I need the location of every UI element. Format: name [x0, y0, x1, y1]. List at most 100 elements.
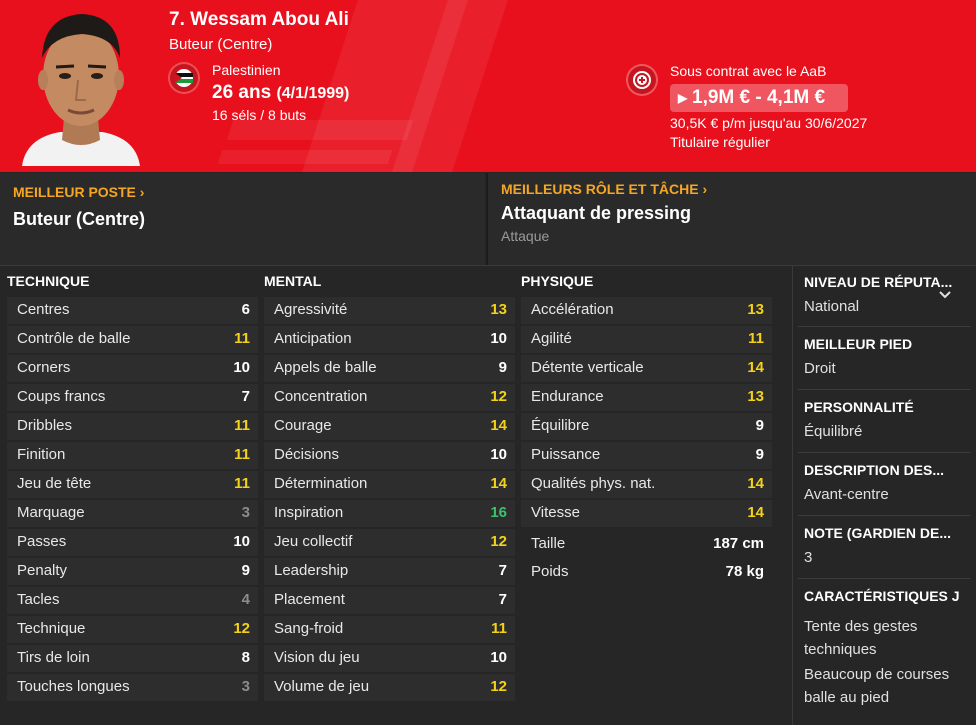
attribute-row[interactable]: Vitesse 14 — [521, 499, 772, 528]
player-position: Buteur (Centre) — [169, 36, 273, 53]
attribute-value: 4 — [241, 591, 250, 608]
attribute-row[interactable]: Technique 12 — [7, 615, 258, 644]
attribute-label: Corners — [17, 359, 71, 376]
header-stripe — [226, 120, 414, 140]
personality-value: Équilibré — [804, 423, 863, 440]
attribute-row[interactable]: Puissance 9 — [521, 441, 772, 470]
attribute-row[interactable]: Placement 7 — [264, 586, 515, 615]
attribute-row[interactable]: Courage 14 — [264, 412, 515, 441]
attribute-row[interactable]: Qualités phys. nat. 14 — [521, 470, 772, 499]
attribute-row[interactable]: Tacles 4 — [7, 586, 258, 615]
attribute-row[interactable]: Jeu de tête 11 — [7, 470, 258, 499]
attribute-row[interactable]: Penalty 9 — [7, 557, 258, 586]
attribute-row[interactable]: Tirs de loin 8 — [7, 644, 258, 673]
sidebar-divider — [798, 452, 971, 453]
attribute-row[interactable]: Détermination 14 — [264, 470, 515, 499]
attribute-label: Dribbles — [17, 417, 73, 434]
attribute-row[interactable]: Détente verticale 14 — [521, 354, 772, 383]
best-role-title[interactable]: MEILLEURS RÔLE ET TÂCHE › — [501, 181, 707, 197]
description-value: Avant-centre — [804, 486, 889, 503]
rating-title: NOTE (GARDIEN DE... — [804, 525, 952, 541]
attribute-value: 12 — [490, 388, 507, 405]
chevron-down-icon[interactable] — [938, 290, 952, 300]
best-position-title[interactable]: MEILLEUR POSTE › — [13, 184, 144, 200]
transfer-value: 1,9M € - 4,1M € — [692, 87, 826, 108]
attribute-value: 11 — [234, 330, 250, 347]
weight-row: Poids 78 kg — [521, 558, 772, 587]
attribute-row[interactable]: Contrôle de balle 11 — [7, 325, 258, 354]
attribute-row[interactable]: Équilibre 9 — [521, 412, 772, 441]
attribute-label: Jeu de tête — [17, 475, 92, 492]
attribute-value: 14 — [490, 475, 507, 492]
mental-list: Agressivité 13 Anticipation 10 Appels de bal… — [264, 296, 515, 702]
best-foot-value: Droit — [804, 360, 836, 377]
player-name[interactable]: 7. Wessam Abou Ali — [169, 9, 349, 31]
player-nationality: Palestinien — [212, 62, 281, 78]
attribute-row[interactable]: Agilité 11 — [521, 325, 772, 354]
personality-section: PERSONNALITÉ Équilibré — [804, 399, 972, 443]
attribute-row[interactable]: Agressivité 13 — [264, 296, 515, 325]
attribute-label: Détermination — [274, 475, 368, 492]
attribute-value: 12 — [490, 533, 507, 550]
attribute-row[interactable]: Accélération 13 — [521, 296, 772, 325]
attribute-label: Leadership — [274, 562, 349, 579]
contract-club[interactable]: Sous contrat avec le AaB — [670, 63, 826, 79]
attribute-label: Inspiration — [274, 504, 344, 521]
attribute-label: Endurance — [531, 388, 604, 405]
best-position-panel: MEILLEUR POSTE › Buteur (Centre) — [0, 173, 485, 265]
attribute-row[interactable]: Marquage 3 — [7, 499, 258, 528]
attribute-row[interactable]: Touches longues 3 — [7, 673, 258, 702]
attribute-row[interactable]: Leadership 7 — [264, 557, 515, 586]
attribute-value: 3 — [241, 678, 250, 695]
best-role-value: Attaquant de pressing — [501, 203, 692, 223]
attribute-value: 9 — [241, 562, 250, 579]
player-photo — [22, 14, 140, 166]
attribute-row[interactable]: Coups francs 7 — [7, 383, 258, 412]
transfer-value-badge[interactable]: ▶ 1,9M € - 4,1M € — [670, 84, 848, 112]
player-caps: 16 séls / 8 buts — [212, 107, 307, 123]
attribute-row[interactable]: Inspiration 16 — [264, 499, 515, 528]
attribute-label: Passes — [17, 533, 67, 550]
attribute-row[interactable]: Passes 10 — [7, 528, 258, 557]
attribute-row[interactable]: Centres 6 — [7, 296, 258, 325]
attribute-label: Vision du jeu — [274, 649, 360, 666]
mental-header: MENTAL — [264, 273, 322, 289]
attribute-row[interactable]: Sang-froid 11 — [264, 615, 515, 644]
player-header: 7. Wessam Abou Ali Buteur (Centre) Pales… — [0, 0, 976, 172]
attribute-value: 3 — [241, 504, 250, 521]
attribute-row[interactable]: Jeu collectif 12 — [264, 528, 515, 557]
attribute-row[interactable]: Décisions 10 — [264, 441, 515, 470]
attribute-row[interactable]: Volume de jeu 12 — [264, 673, 515, 702]
player-age: 26 ans (4/1/1999) — [212, 82, 349, 104]
attribute-row[interactable]: Corners 10 — [7, 354, 258, 383]
attribute-value: 10 — [490, 330, 507, 347]
attribute-value: 12 — [490, 678, 507, 695]
aab-club-badge-icon[interactable] — [628, 66, 656, 94]
attribute-row[interactable]: Anticipation 10 — [264, 325, 515, 354]
sidebar-divider — [798, 578, 971, 579]
rating-section: NOTE (GARDIEN DE... 3 — [804, 525, 972, 569]
personality-title: PERSONNALITÉ — [804, 399, 914, 415]
attribute-value: 8 — [241, 649, 250, 666]
attribute-label: Jeu collectif — [274, 533, 353, 550]
attribute-label: Anticipation — [274, 330, 352, 347]
chevron-right-icon: ▶ — [678, 91, 688, 105]
attribute-value: 14 — [747, 359, 764, 376]
squad-status: Titulaire régulier — [670, 134, 770, 150]
attribute-value: 7 — [241, 388, 250, 405]
attribute-row[interactable]: Dribbles 11 — [7, 412, 258, 441]
attribute-label: Vitesse — [531, 504, 580, 521]
attribute-label: Volume de jeu — [274, 678, 370, 695]
attribute-row[interactable]: Concentration 12 — [264, 383, 515, 412]
best-foot-section: MEILLEUR PIED Droit — [804, 336, 972, 380]
attribute-row[interactable]: Vision du jeu 10 — [264, 644, 515, 673]
chevron-right-icon: › — [135, 184, 145, 200]
attribute-value: 10 — [490, 649, 507, 666]
attribute-value: 6 — [241, 301, 250, 318]
attribute-label: Technique — [17, 620, 86, 637]
attribute-row[interactable]: Finition 11 — [7, 441, 258, 470]
weight-value: 78 kg — [725, 563, 764, 580]
attribute-row[interactable]: Endurance 13 — [521, 383, 772, 412]
attribute-row[interactable]: Appels de balle 9 — [264, 354, 515, 383]
attribute-value: 13 — [490, 301, 507, 318]
